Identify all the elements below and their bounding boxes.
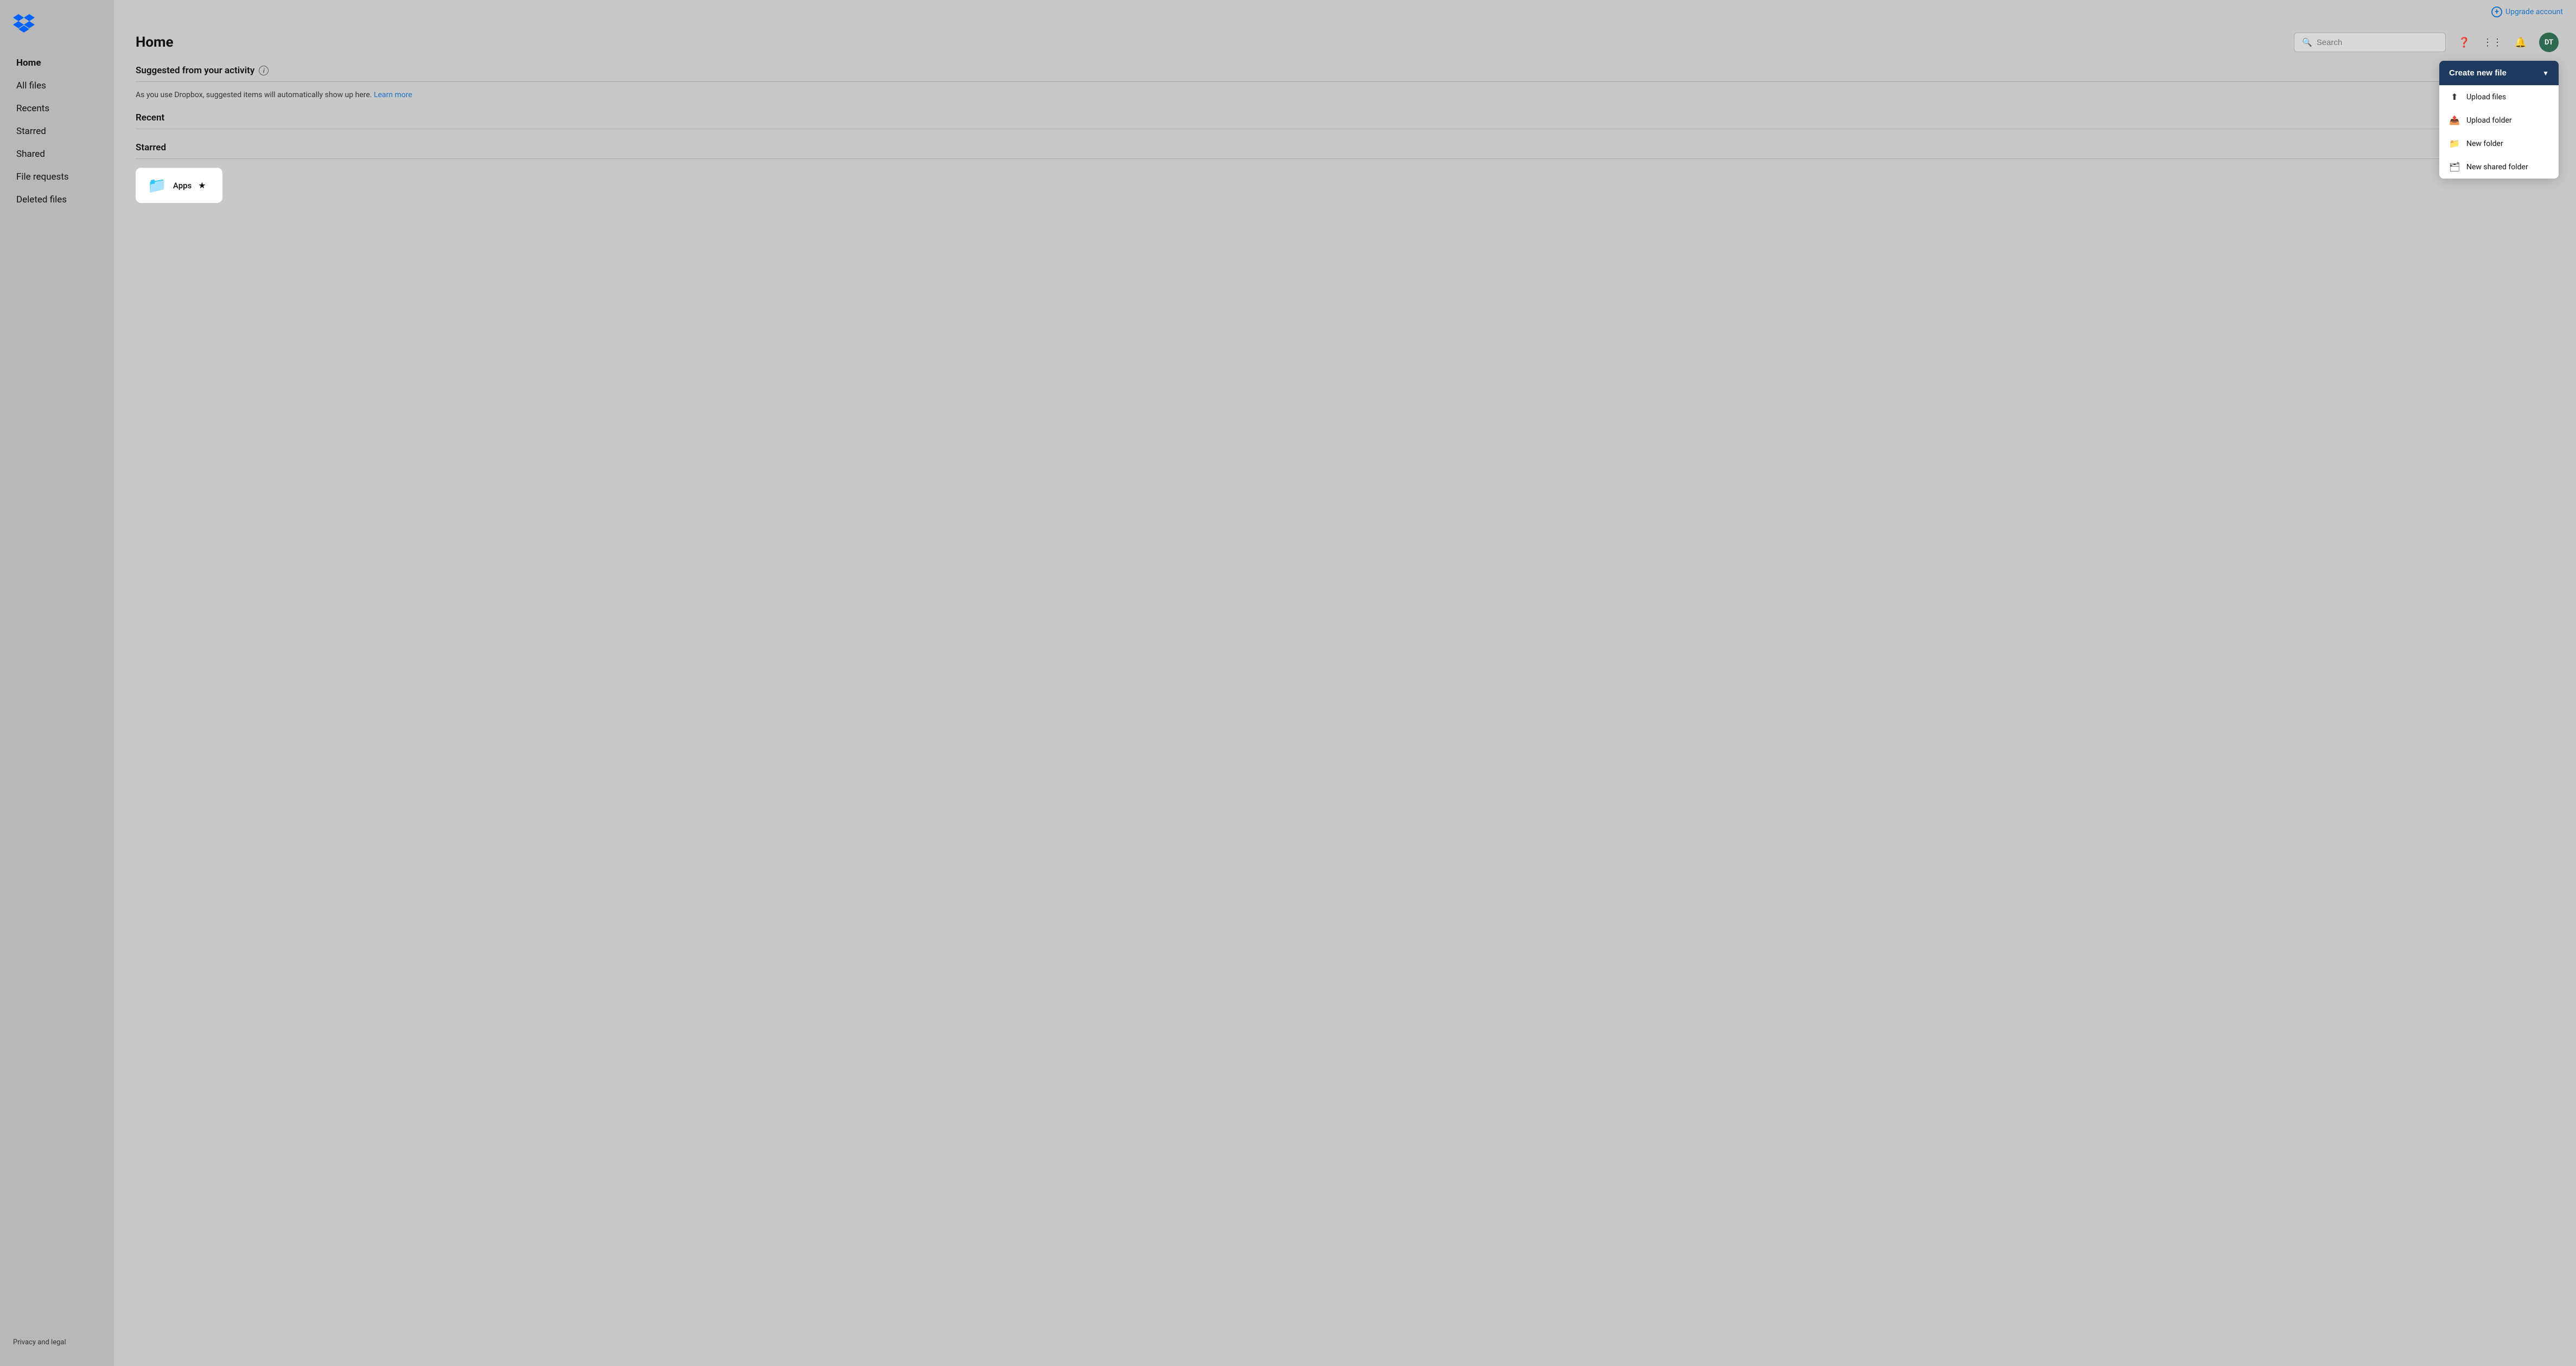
dropbox-logo-icon	[13, 13, 35, 33]
upload-folder-icon: 📤	[2449, 115, 2460, 125]
create-dropdown-panel: Create new file ▼ ⬆ Upload files 📤 Uploa…	[2439, 61, 2559, 179]
recent-title: Recent	[136, 112, 164, 123]
apps-grid-icon: ⋮⋮	[2483, 37, 2502, 48]
topbar: + Upgrade account	[114, 0, 2576, 22]
upgrade-account-link[interactable]: + Upgrade account	[2491, 7, 2563, 17]
search-input[interactable]	[2317, 38, 2438, 47]
apps-button[interactable]: ⋮⋮	[2483, 33, 2502, 52]
upload-files-item[interactable]: ⬆ Upload files	[2439, 85, 2559, 109]
page-title: Home	[136, 34, 174, 50]
sidebar-nav: Home All files Recents Starred Shared Fi…	[0, 52, 114, 1330]
star-icon: ★	[198, 180, 206, 190]
dropdown-chevron-icon: ▼	[2542, 69, 2549, 77]
search-bar[interactable]: 🔍	[2294, 33, 2446, 52]
recent-section-header: Recent Show	[136, 112, 2559, 129]
sidebar-item-home[interactable]: Home	[3, 52, 111, 74]
new-shared-folder-item[interactable]: 🗂 New shared folder	[2439, 155, 2559, 179]
starred-title: Starred	[136, 142, 166, 153]
sidebar-item-starred[interactable]: Starred	[3, 120, 111, 142]
new-folder-item[interactable]: 📁 New folder	[2439, 132, 2559, 155]
new-folder-icon: 📁	[2449, 138, 2460, 149]
suggested-section: Suggested from your activity i Hide As y…	[136, 65, 2559, 99]
new-shared-folder-label: New shared folder	[2466, 163, 2528, 171]
learn-more-link[interactable]: Learn more	[374, 91, 412, 99]
privacy-legal-link[interactable]: Privacy and legal	[0, 1330, 114, 1355]
help-icon: ❓	[2458, 37, 2470, 48]
sidebar-item-deleted-files[interactable]: Deleted files	[3, 189, 111, 211]
content-header: Home 🔍 ❓ ⋮⋮ 🔔 DT	[136, 22, 2559, 65]
upgrade-icon: +	[2491, 7, 2502, 17]
header-controls: 🔍 ❓ ⋮⋮ 🔔 DT	[2294, 33, 2559, 52]
upgrade-label: Upgrade account	[2505, 8, 2563, 16]
create-new-file-button[interactable]: Create new file ▼	[2439, 61, 2559, 85]
folder-icon: 📁	[148, 176, 167, 194]
apps-folder-card[interactable]: 📁 Apps ★	[136, 168, 222, 203]
sidebar-logo[interactable]	[0, 13, 114, 52]
suggested-empty-message: As you use Dropbox, suggested items will…	[136, 91, 2559, 99]
create-new-file-label: Create new file	[2449, 68, 2507, 78]
search-icon: 🔍	[2302, 37, 2312, 47]
starred-section: Starred Hide 📁 Apps ★	[136, 142, 2559, 203]
starred-section-header: Starred Hide	[136, 142, 2559, 159]
upload-files-icon: ⬆	[2449, 92, 2460, 102]
sidebar-item-recents[interactable]: Recents	[3, 98, 111, 119]
sidebar-item-shared[interactable]: Shared	[3, 143, 111, 165]
upload-files-label: Upload files	[2466, 93, 2506, 101]
sidebar-item-file-requests[interactable]: File requests	[3, 166, 111, 188]
suggested-info-icon[interactable]: i	[259, 66, 269, 75]
content-area: Home 🔍 ❓ ⋮⋮ 🔔 DT	[114, 22, 2576, 1366]
new-folder-label: New folder	[2466, 139, 2503, 148]
notifications-button[interactable]: 🔔	[2511, 33, 2530, 52]
bell-icon: 🔔	[2515, 37, 2527, 48]
main-content: + Upgrade account Home 🔍 ❓ ⋮⋮	[114, 0, 2576, 1366]
recent-section: Recent Show	[136, 112, 2559, 129]
new-shared-folder-icon: 🗂	[2449, 162, 2460, 172]
sidebar-item-all-files[interactable]: All files	[3, 75, 111, 97]
suggested-title: Suggested from your activity i	[136, 65, 269, 76]
avatar[interactable]: DT	[2539, 33, 2559, 52]
folder-name: Apps	[173, 181, 192, 190]
help-button[interactable]: ❓	[2454, 33, 2474, 52]
suggested-section-header: Suggested from your activity i Hide	[136, 65, 2559, 82]
sidebar: Home All files Recents Starred Shared Fi…	[0, 0, 114, 1366]
upload-folder-label: Upload folder	[2466, 116, 2512, 125]
upload-folder-item[interactable]: 📤 Upload folder	[2439, 109, 2559, 132]
